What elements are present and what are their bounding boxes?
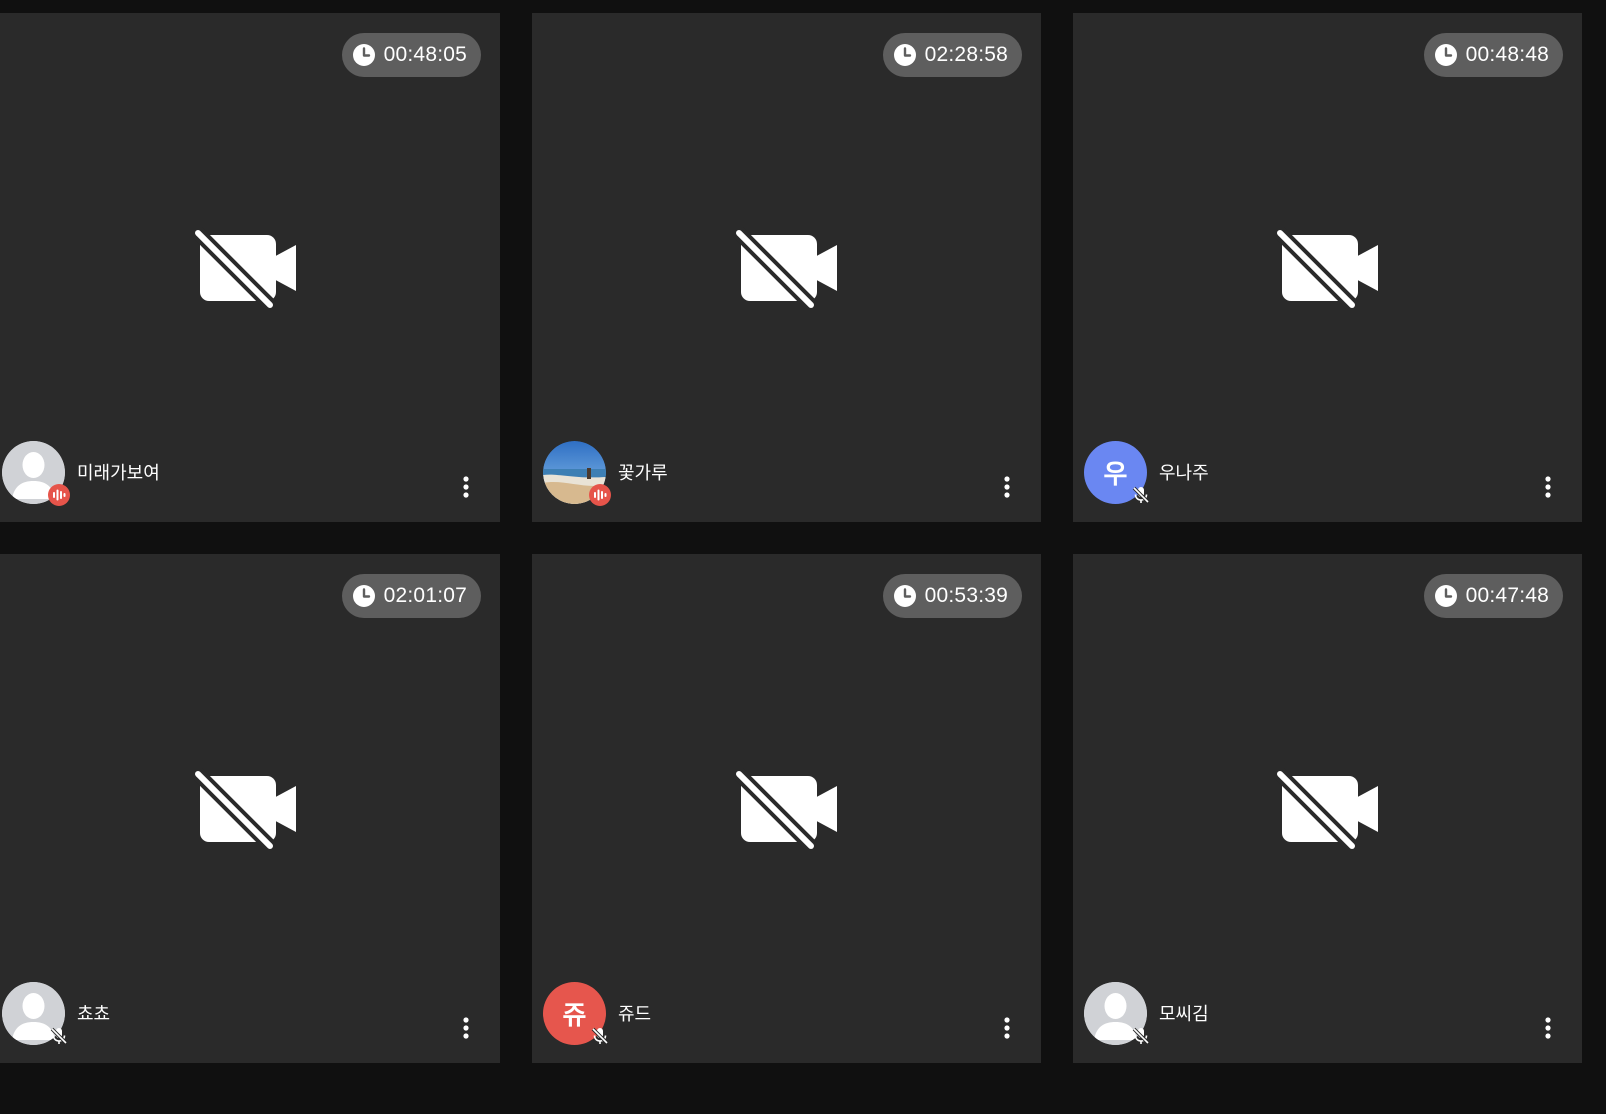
more-options-icon[interactable] <box>1538 1011 1558 1045</box>
participant-name: 모씨김 <box>1159 1004 1209 1024</box>
mic-off-icon <box>48 1025 70 1047</box>
call-timer-text: 00:53:39 <box>924 584 1008 607</box>
more-options-icon[interactable] <box>1538 470 1558 504</box>
participant-avatar <box>543 441 611 506</box>
video-off-icon <box>732 226 841 309</box>
clock-icon <box>352 584 376 608</box>
call-timer-text: 00:48:48 <box>1465 43 1549 66</box>
speaking-indicator-icon <box>48 484 70 506</box>
clock-icon <box>1434 43 1458 67</box>
call-timer: 00:47:48 <box>1423 574 1563 618</box>
participant-tile[interactable]: 00:48:05 미래가보여 <box>0 13 500 522</box>
mic-off-icon <box>589 1025 611 1047</box>
mic-off-icon <box>1130 1025 1152 1047</box>
call-timer: 00:48:05 <box>341 33 481 77</box>
participant-name: 미래가보여 <box>77 463 160 483</box>
video-off-icon <box>191 226 300 309</box>
clock-icon <box>1434 584 1458 608</box>
participant-name: 쵸쵸 <box>77 1004 111 1024</box>
speaking-indicator-icon <box>589 484 611 506</box>
more-options-icon[interactable] <box>997 1011 1017 1045</box>
call-timer: 02:28:58 <box>882 33 1022 77</box>
participant-avatar <box>1084 982 1150 1045</box>
participant-name: 쥬드 <box>618 1004 652 1024</box>
participant-name: 꽃가루 <box>618 463 668 483</box>
call-timer: 00:48:48 <box>1423 33 1563 77</box>
clock-icon <box>893 584 917 608</box>
participant-avatar: 쥬 <box>543 982 609 1045</box>
clock-icon <box>352 43 376 67</box>
call-timer-text: 00:47:48 <box>1465 584 1549 607</box>
video-off-icon <box>1273 226 1382 309</box>
call-timer-text: 00:48:05 <box>383 43 467 66</box>
call-timer-text: 02:28:58 <box>924 43 1008 66</box>
video-off-icon <box>732 767 841 850</box>
call-timer: 02:01:07 <box>341 574 481 618</box>
participant-tile[interactable]: 00:47:48 모씨김 <box>1073 554 1582 1063</box>
more-options-icon[interactable] <box>997 470 1017 504</box>
mic-off-icon <box>1130 484 1152 506</box>
video-grid: 00:48:05 미래가보여 02:28:58 꽃가루 00:48:48 우 우… <box>0 0 1606 1114</box>
call-timer: 00:53:39 <box>882 574 1022 618</box>
participant-tile[interactable]: 00:53:39 쥬 쥬드 <box>532 554 1041 1063</box>
call-timer-text: 02:01:07 <box>383 584 467 607</box>
participant-avatar <box>2 441 70 506</box>
participant-avatar: 우 <box>1084 441 1150 504</box>
participant-tile[interactable]: 02:01:07 쵸쵸 <box>0 554 500 1063</box>
clock-icon <box>893 43 917 67</box>
video-off-icon <box>191 767 300 850</box>
video-off-icon <box>1273 767 1382 850</box>
participant-tile[interactable]: 00:48:48 우 우나주 <box>1073 13 1582 522</box>
participant-name: 우나주 <box>1159 463 1209 483</box>
more-options-icon[interactable] <box>456 470 476 504</box>
participant-tile[interactable]: 02:28:58 꽃가루 <box>532 13 1041 522</box>
participant-avatar <box>2 982 68 1045</box>
more-options-icon[interactable] <box>456 1011 476 1045</box>
